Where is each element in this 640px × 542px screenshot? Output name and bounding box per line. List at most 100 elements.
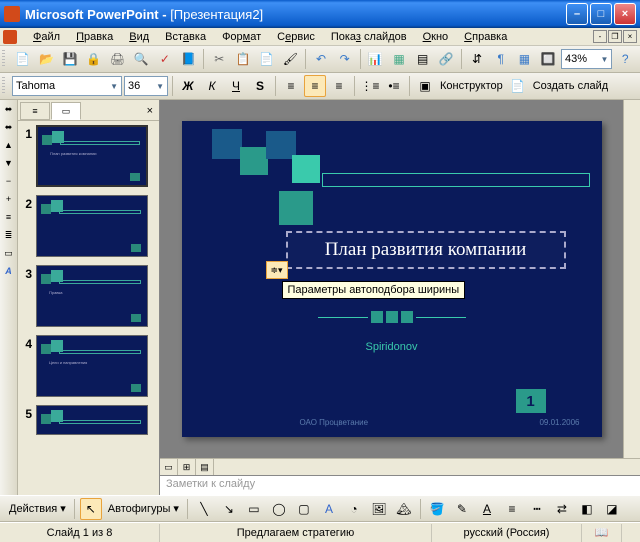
actions-menu[interactable]: Действия ▾ [6,502,69,515]
outline-tab[interactable]: ≡ [20,102,50,120]
slide[interactable]: План развития компании ≑▾ Параметры авто… [182,121,602,437]
move-down-button[interactable]: ▼ [2,158,16,172]
picture-button[interactable]: 🏔 [393,498,415,520]
vertical-scrollbar[interactable] [623,100,640,458]
show-formatting-icon[interactable]: A [2,266,16,280]
status-language[interactable]: русский (Россия) [432,524,582,542]
thumbnail-2[interactable] [36,195,148,257]
menu-help[interactable]: Справка [456,29,515,45]
line-style-button[interactable]: ≡ [501,498,523,520]
permission-button[interactable]: 🔒 [83,48,105,70]
notes-pane[interactable]: Заметки к слайду [160,475,640,495]
designer-button[interactable]: Конструктор [438,80,505,92]
thumbnail-row[interactable]: 4 Цели и направления [20,335,157,397]
insert-chart-button[interactable]: 📊 [365,48,387,70]
thumbnail-row[interactable]: 1 План развития компании [20,125,157,187]
tables-borders-button[interactable]: ▤ [412,48,434,70]
document-icon[interactable] [3,30,17,44]
select-objects-button[interactable]: ↖ [80,498,102,520]
designer-icon[interactable]: ▣ [414,75,436,97]
menu-edit[interactable]: Правка [68,29,121,45]
paste-button[interactable]: 📄 [256,48,278,70]
print-button[interactable]: 🖨 [107,48,129,70]
summary-slide-button[interactable]: ▭ [2,248,16,262]
bold-button[interactable]: Ж [177,75,199,97]
status-spellcheck-icon[interactable]: 📖 [582,524,622,542]
rectangle-button[interactable]: ▭ [243,498,265,520]
zoom-combo[interactable]: 43%▼ [561,49,612,69]
diagram-button[interactable]: ◔ [343,498,365,520]
show-grid-button[interactable]: ▦ [514,48,536,70]
menu-view[interactable]: Вид [121,29,157,45]
shadow-button[interactable]: S [249,75,271,97]
format-painter-button[interactable]: 🖌 [279,48,301,70]
normal-view-button[interactable]: ▭ [160,459,178,475]
resize-grip[interactable] [622,524,640,542]
thumbnail-1[interactable]: План развития компании [36,125,148,187]
thumbnail-list[interactable]: 1 План развития компании 2 3 Правка [18,121,159,495]
collapse-all-button[interactable]: ≡ [2,212,16,226]
menu-format[interactable]: Формат [214,29,269,45]
thumbnail-4[interactable]: Цели и направления [36,335,148,397]
align-right-button[interactable]: ≡ [328,75,350,97]
open-button[interactable]: 📂 [36,48,58,70]
expand-all-icon[interactable]: ≣ [2,230,16,244]
underline-button[interactable]: Ч [225,75,247,97]
shadow-style-button[interactable]: ◧ [576,498,598,520]
3d-style-button[interactable]: ◪ [601,498,623,520]
slide-title-text[interactable]: План развития компании [325,239,527,261]
font-color-button[interactable]: A [476,498,498,520]
mdi-minimize[interactable]: - [593,30,607,43]
menu-window[interactable]: Окно [415,29,457,45]
wordart-button[interactable]: A [318,498,340,520]
align-center-button[interactable]: ≡ [304,75,326,97]
close-button[interactable]: × [614,3,636,25]
spelling-button[interactable]: ✓ [154,48,176,70]
thumbnail-5[interactable] [36,405,148,435]
clipart-button[interactable]: 🖼 [368,498,390,520]
redo-button[interactable]: ↷ [334,48,356,70]
arrow-button[interactable]: ↘ [218,498,240,520]
cut-button[interactable]: ✂ [208,48,230,70]
menu-tools[interactable]: Сервис [269,29,323,45]
move-up-button[interactable]: ▲ [2,140,16,154]
font-combo[interactable]: Tahoma▼ [12,76,122,96]
bullets-button[interactable]: •≡ [383,75,405,97]
autoshapes-menu[interactable]: Автофигуры ▾ [105,502,182,515]
title-placeholder[interactable]: План развития компании [286,231,566,269]
font-size-combo[interactable]: 36▼ [124,76,168,96]
sorter-view-button[interactable]: ⊞ [178,459,196,475]
show-formatting-button[interactable]: ¶ [490,48,512,70]
new-button[interactable]: 📄 [12,48,34,70]
slide-area[interactable]: План развития компании ≑▾ Параметры авто… [160,100,623,458]
menu-slideshow[interactable]: Показ слайдов [323,29,415,45]
panel-close-button[interactable]: × [143,105,157,117]
thumbnail-row[interactable]: 5 [20,405,157,435]
italic-button[interactable]: К [201,75,223,97]
insert-hyperlink-button[interactable]: 🔗 [436,48,458,70]
new-slide-icon[interactable]: 📄 [507,75,529,97]
expand-button[interactable]: + [2,194,16,208]
dash-style-button[interactable]: ┅ [526,498,548,520]
demote-button[interactable]: ⬌ [2,122,16,136]
promote-button[interactable]: ⬌ [2,104,16,118]
insert-table-button[interactable]: ▦ [388,48,410,70]
copy-button[interactable]: 📋 [232,48,254,70]
undo-button[interactable]: ↶ [310,48,332,70]
numbering-button[interactable]: ⋮≡ [359,75,381,97]
thumbnail-row[interactable]: 2 [20,195,157,257]
collapse-button[interactable]: − [2,176,16,190]
maximize-button[interactable]: □ [590,3,612,25]
mdi-close[interactable]: × [623,30,637,43]
menu-file[interactable]: Файл [25,29,68,45]
oval-button[interactable]: ◯ [268,498,290,520]
textbox-button[interactable]: ▢ [293,498,315,520]
color-grayscale-button[interactable]: 🔲 [537,48,559,70]
thumbnail-3[interactable]: Правка [36,265,148,327]
mdi-restore[interactable]: ❐ [608,30,622,43]
save-button[interactable]: 💾 [59,48,81,70]
fill-color-button[interactable]: 🪣 [426,498,448,520]
print-preview-button[interactable]: 🔍 [130,48,152,70]
align-left-button[interactable]: ≡ [280,75,302,97]
new-slide-button[interactable]: Создать слайд [531,80,610,92]
